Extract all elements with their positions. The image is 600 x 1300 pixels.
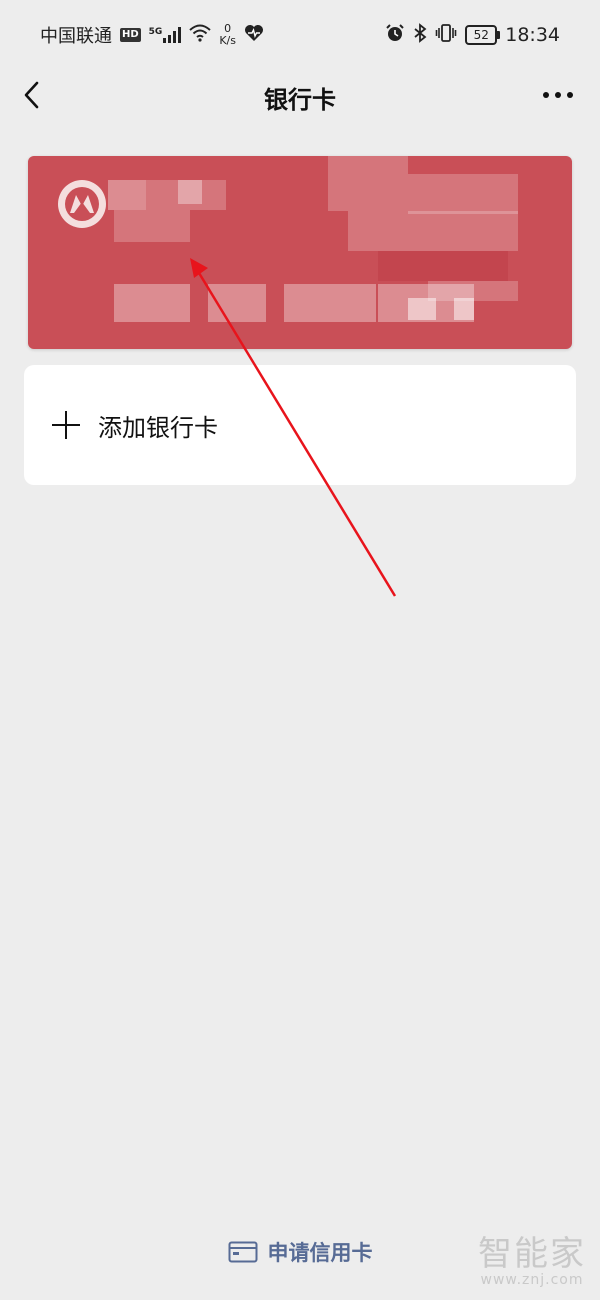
signal-icon: 5G — [149, 27, 182, 43]
watermark-url: www.znj.com — [480, 1272, 584, 1288]
bluetooth-icon — [413, 22, 427, 48]
network-type: 5G — [148, 27, 163, 37]
alarm-icon — [385, 23, 405, 48]
bank-card[interactable] — [28, 156, 572, 349]
watermark-title: 智能家 — [478, 1234, 586, 1274]
battery-icon: 52 — [465, 25, 501, 45]
page-title: 银行卡 — [264, 86, 336, 114]
more-dots-icon — [543, 92, 573, 98]
network-speed: 0 K/s — [219, 23, 236, 47]
hd-icon: HD — [120, 28, 141, 42]
apply-credit-card-label: 申请信用卡 — [267, 1241, 373, 1265]
carrier-name: 中国联通 — [40, 26, 112, 47]
watermark: 智能家 www.znj.com — [478, 1236, 586, 1288]
speed-unit: K/s — [219, 34, 236, 47]
wifi-icon — [189, 24, 211, 47]
more-button[interactable] — [540, 80, 576, 110]
plus-icon — [52, 411, 80, 439]
clock-time: 18:34 — [505, 24, 560, 46]
bank-logo-icon — [58, 180, 106, 228]
status-left: 中国联通 HD 5G 0 K/s — [40, 22, 264, 48]
heart-rate-icon — [244, 24, 264, 47]
nav-bar: 银行卡 — [0, 70, 600, 120]
status-right: 52 18:34 — [385, 22, 560, 48]
add-bank-card-label: 添加银行卡 — [98, 413, 218, 442]
status-bar: 中国联通 HD 5G 0 K/s 52 18:34 — [0, 0, 600, 70]
vibrate-icon — [435, 23, 457, 48]
add-bank-card-button[interactable]: 添加银行卡 — [24, 365, 576, 485]
credit-card-icon — [228, 1241, 257, 1263]
